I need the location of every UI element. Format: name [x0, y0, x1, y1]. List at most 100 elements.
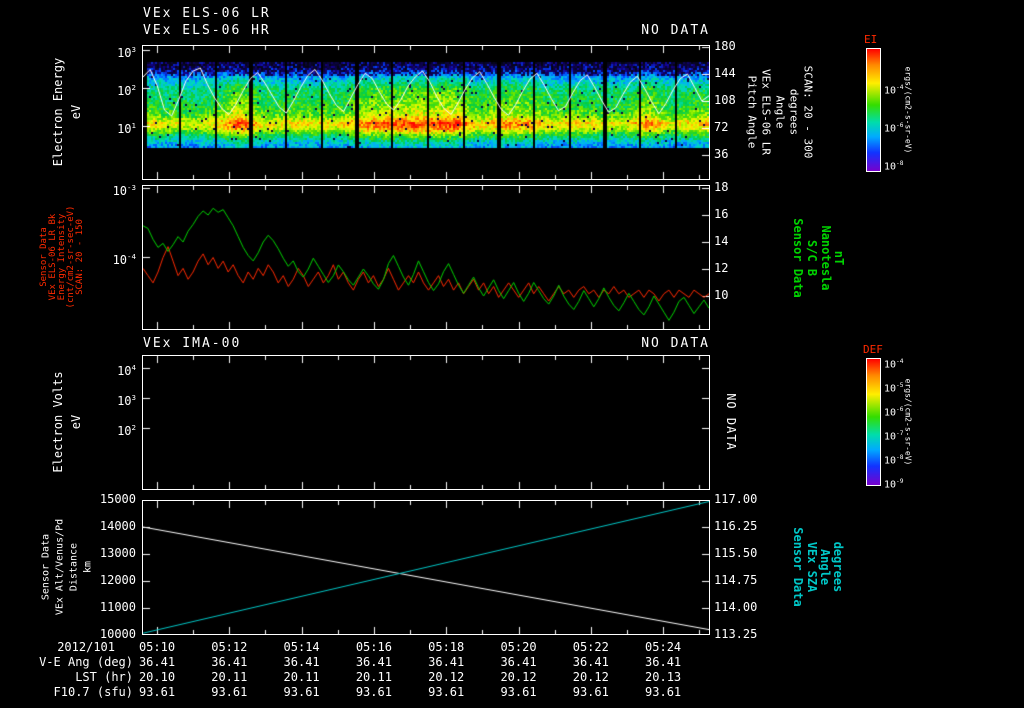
- row-value: 93.61: [211, 685, 248, 699]
- colorbar-ei-tick: 10-8: [884, 160, 904, 173]
- row-value: 93.61: [138, 685, 176, 699]
- p1-pitch-tick: 180: [714, 39, 736, 53]
- row-value: 20.12: [572, 670, 609, 684]
- time-tick-label: 05:22: [572, 640, 609, 654]
- p4-km-tick: 10000: [99, 627, 136, 641]
- row-value: 36.41: [500, 655, 537, 669]
- colorbar-def-tick: 10-5: [884, 382, 904, 395]
- row-value: 36.41: [138, 655, 176, 669]
- row-value: 93.61: [355, 685, 392, 699]
- p3-volts-tick: 102: [117, 423, 136, 438]
- vex-quicklook-screen: VEx ELS-06 LR VEx ELS-06 HR NO DATA VEx …: [0, 0, 1024, 708]
- time-tick-label: 05:18: [428, 640, 465, 654]
- p2-intensity-tick: 10-4: [112, 252, 136, 267]
- p1-energy-tick: 103: [117, 45, 136, 60]
- row-value: 20.10: [138, 670, 176, 684]
- time-axis-row: 2012/101 05:10 05:12 05:14 05:16 05:18 05:20 0…: [0, 640, 1024, 654]
- row-value: 93.61: [428, 685, 465, 699]
- colorbar-def-tick: 10-8: [884, 454, 904, 467]
- time-tick-label: 05:20: [500, 640, 537, 654]
- p4-right-axis-label: VEx SZA: [805, 541, 819, 593]
- p3-y-axis-label: Electron Volts: [51, 371, 65, 473]
- empty-panel-canvas: [143, 356, 709, 489]
- row-value: 93.61: [283, 685, 320, 699]
- colorbar-ei: [866, 48, 881, 172]
- p4-left-axis-label: Distance: [68, 542, 80, 592]
- colorbar-def: [866, 358, 881, 486]
- f107-row-label: F10.7 (sfu): [53, 685, 133, 699]
- els-spectrogram-panel: [142, 45, 710, 180]
- p1-pitch-tick: 144: [714, 66, 736, 80]
- p2-right-axis-label: Nanotesla: [819, 225, 833, 291]
- panel1-no-data-label: NO DATA: [641, 23, 710, 38]
- p4-right-axis-label: Sensor Data: [791, 527, 805, 607]
- colorbar-def-unit: ergs/(cm2-s-sr-eV): [903, 378, 913, 466]
- line-chart-canvas: [143, 186, 709, 329]
- p4-sza-tick: 113.25: [714, 627, 758, 641]
- panel3-title: VEx IMA-00: [143, 336, 242, 351]
- p3-y-axis-label: eV: [69, 414, 83, 430]
- colorbar-ei-tick: 10-6: [884, 122, 904, 135]
- p4-sza-tick: 116.25: [714, 519, 758, 533]
- time-tick-label: 05:12: [211, 640, 248, 654]
- intensity-bfield-panel: [142, 185, 710, 330]
- p3-volts-tick: 103: [117, 393, 136, 408]
- row-value: 93.61: [572, 685, 609, 699]
- ve-ang-row-label: V-E Ang (deg): [39, 655, 133, 669]
- row-value: 20.11: [355, 670, 392, 684]
- p2-nt-tick: 14: [714, 234, 729, 248]
- p1-right-axis-label: VEx ELS-06 LR: [759, 68, 773, 156]
- f107-row: F10.7 (sfu) 93.61 93.61 93.61 93.61 93.61 93.…: [0, 685, 1024, 699]
- ima-empty-panel: [142, 355, 710, 490]
- time-tick-label: 05:24: [645, 640, 682, 654]
- p2-nt-tick: 12: [714, 261, 729, 275]
- p4-left-axis-label: km: [82, 560, 94, 574]
- panel3-no-data-vertical: NO DATA: [724, 393, 738, 451]
- time-tick-label: 05:14: [283, 640, 320, 654]
- p1-pitch-tick: 36: [714, 147, 729, 161]
- p1-right-axis-label: Pitch Angle: [745, 75, 759, 149]
- p2-right-axis-label: S/C B: [805, 239, 819, 277]
- colorbar-def-label: DEF: [863, 343, 883, 356]
- row-value: 36.41: [645, 655, 682, 669]
- p2-right-axis-label: Sensor Data: [791, 218, 805, 298]
- p1-y-axis-label: Electron Energy: [51, 57, 65, 167]
- row-value: 20.11: [211, 670, 248, 684]
- altitude-sza-panel: [142, 500, 710, 635]
- row-value: 93.61: [500, 685, 537, 699]
- p1-right-axis-label: Angle: [773, 95, 787, 129]
- row-value: 20.11: [283, 670, 320, 684]
- panel1-title-hr: VEx ELS-06 HR: [143, 23, 271, 38]
- p4-left-axis-label: VEx Alt/Venus/Pd: [54, 518, 66, 616]
- p1-pitch-tick: 108: [714, 93, 736, 107]
- panel1-title-lr: VEx ELS-06 LR: [143, 6, 271, 21]
- row-value: 20.12: [428, 670, 465, 684]
- colorbar-def-tick: 10-6: [884, 406, 904, 419]
- p1-energy-tick: 102: [117, 83, 136, 98]
- p2-right-axis-label: nT: [832, 250, 846, 266]
- colorbar-ei-label: EI: [864, 33, 878, 46]
- p4-sza-tick: 114.00: [714, 600, 758, 614]
- date-label: 2012/101: [57, 640, 115, 654]
- colorbar-def-tick: 10-4: [884, 358, 904, 371]
- row-value: 36.41: [572, 655, 609, 669]
- colorbar-def-tick: 10-7: [884, 430, 904, 443]
- time-tick-label: 05:16: [355, 640, 392, 654]
- p4-sza-tick: 117.00: [714, 492, 758, 506]
- colorbar-ei-tick: 10-4: [884, 84, 904, 97]
- lst-row: LST (hr) 20.10 20.11 20.11 20.11 20.12 20.12 2…: [0, 670, 1024, 684]
- p4-sza-tick: 115.50: [714, 546, 758, 560]
- p4-km-tick: 14000: [99, 519, 136, 533]
- colorbar-ei-unit: ergs/(cm2-s-sr-eV): [903, 66, 913, 154]
- p2-intensity-tick: 10-3: [112, 183, 136, 198]
- time-tick-label: 05:10: [138, 640, 176, 654]
- lst-row-label: LST (hr): [75, 670, 133, 684]
- p2-nt-tick: 16: [714, 207, 729, 221]
- p4-km-tick: 15000: [99, 492, 136, 506]
- row-value: 36.41: [283, 655, 320, 669]
- p2-nt-tick: 18: [714, 180, 729, 194]
- colorbar-def-tick: 10-9: [884, 478, 904, 491]
- row-value: 20.13: [645, 670, 682, 684]
- p4-right-axis-label: Angle: [818, 548, 832, 586]
- p4-right-axis-label: degrees: [831, 541, 845, 593]
